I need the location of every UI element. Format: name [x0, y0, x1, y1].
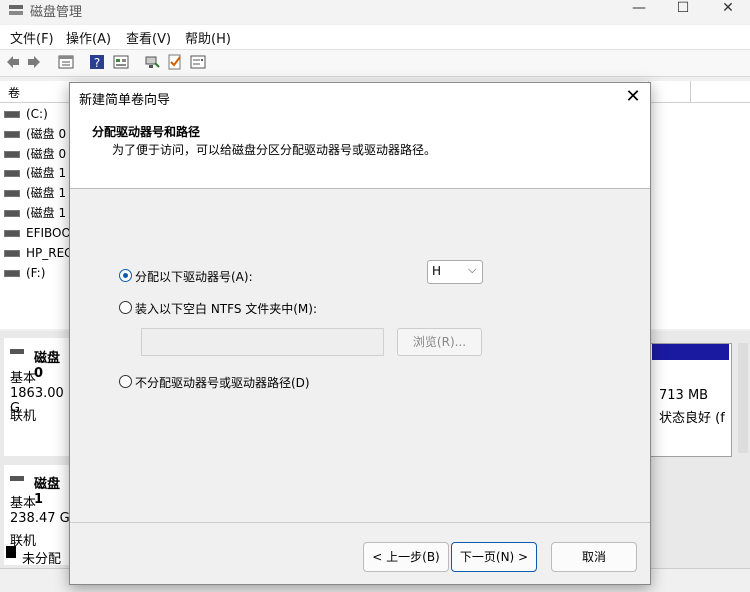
new-simple-volume-wizard: 新建简单卷向导 ✕ 分配驱动器号和路径 为了便于访问，可以给磁盘分区分配驱动器号… — [69, 82, 651, 585]
volume-label: (磁盘 1 — [26, 166, 67, 180]
check-icon[interactable] — [167, 54, 183, 70]
browse-button[interactable]: 浏览(R)... — [397, 328, 482, 356]
connect-icon[interactable] — [144, 54, 160, 70]
disk-0-info[interactable]: 磁盘 0 基本 1863.00 G 联机 — [4, 338, 70, 456]
chevron-down-icon: ⌵ — [468, 263, 477, 276]
back-icon[interactable] — [5, 54, 21, 70]
drive-icon — [4, 210, 20, 217]
partition-size: 713 MB — [659, 388, 709, 403]
drive-icon — [4, 230, 20, 237]
step-description: 为了便于访问，可以给磁盘分区分配驱动器号或驱动器路径。 — [112, 143, 437, 157]
volume-column-label[interactable]: 卷 — [8, 84, 20, 101]
no-letter-label[interactable]: 不分配驱动器号或驱动器路径(D) — [135, 374, 310, 391]
dialog-title-bar: 新建简单卷向导 ✕ — [70, 83, 650, 113]
menu-bar: 文件(F) 操作(A) 查看(V) 帮助(H) — [0, 25, 750, 50]
assign-letter-label[interactable]: 分配以下驱动器号(A): — [135, 268, 253, 285]
help-icon[interactable]: ? — [89, 54, 105, 70]
menu-action[interactable]: 操作(A) — [66, 28, 111, 47]
volume-label: (磁盘 1 — [26, 186, 67, 200]
settings-icon[interactable] — [190, 54, 206, 70]
disk-type: 基本 — [10, 371, 37, 386]
menu-view[interactable]: 查看(V) — [126, 28, 171, 47]
toolbar: ? — [0, 50, 750, 77]
list-item[interactable]: (磁盘 0 — [4, 124, 66, 144]
list-item[interactable]: (磁盘 1 — [4, 183, 66, 203]
disk-type: 基本 — [10, 496, 37, 511]
drive-letter-select[interactable]: H ⌵ — [427, 260, 483, 284]
volume-label: (磁盘 0 — [26, 127, 67, 141]
disk-size: 238.47 G — [10, 511, 70, 526]
volume-label: (磁盘 0 — [26, 147, 67, 161]
minimize-button[interactable]: — — [617, 0, 661, 18]
mount-folder-label[interactable]: 装入以下空白 NTFS 文件夹中(M): — [135, 300, 317, 317]
dialog-title: 新建简单卷向导 — [79, 93, 171, 108]
next-button[interactable]: 下一页(N) > — [451, 542, 537, 572]
unallocated-legend-swatch — [6, 546, 16, 558]
unallocated-legend-label: 未分配 — [22, 552, 62, 567]
close-button[interactable]: ✕ — [706, 0, 750, 18]
drive-icon — [4, 190, 20, 197]
step-title: 分配驱动器号和路径 — [92, 125, 201, 139]
window-title: 磁盘管理 — [30, 5, 83, 20]
drive-icon — [4, 170, 20, 177]
drive-letter-value: H — [432, 264, 442, 278]
partition-status: 状态良好 (f — [659, 411, 725, 426]
menu-file[interactable]: 文件(F) — [10, 28, 54, 47]
dialog-header: 分配驱动器号和路径 为了便于访问，可以给磁盘分区分配驱动器号或驱动器路径。 — [70, 113, 650, 189]
title-bar: 磁盘管理 — ☐ ✕ — [0, 0, 750, 24]
assign-letter-radio[interactable] — [119, 269, 132, 282]
list-item[interactable]: EFIBOO — [4, 223, 71, 243]
properties-icon[interactable] — [58, 54, 74, 70]
volume-label: (C:) — [26, 107, 48, 121]
drive-icon — [4, 250, 20, 257]
scrollbar[interactable] — [738, 343, 748, 453]
drive-icon — [4, 151, 20, 158]
list-icon[interactable] — [113, 54, 129, 70]
drive-icon — [4, 111, 20, 118]
disk-icon — [10, 476, 24, 481]
volume-label: HP_REC — [26, 246, 73, 260]
list-item[interactable]: (F:) — [4, 263, 45, 283]
maximize-button[interactable]: ☐ — [661, 0, 705, 18]
menu-help[interactable]: 帮助(H) — [185, 28, 231, 47]
back-button[interactable]: < 上一步(B) — [363, 542, 449, 572]
dialog-close-button[interactable]: ✕ — [622, 87, 644, 109]
volume-label: (磁盘 1 — [26, 206, 67, 220]
disk-name: 磁盘 0 — [34, 351, 61, 381]
drive-icon — [4, 131, 20, 138]
volume-label: (F:) — [26, 266, 46, 280]
no-letter-radio[interactable] — [119, 375, 132, 388]
disk-status: 联机 — [10, 409, 37, 424]
cancel-button[interactable]: 取消 — [551, 542, 637, 572]
folder-path-input[interactable] — [141, 328, 384, 356]
volume-label: EFIBOO — [26, 226, 71, 240]
list-item[interactable]: (磁盘 0 — [4, 144, 66, 164]
list-item[interactable]: HP_REC — [4, 243, 73, 263]
drive-icon — [4, 270, 20, 277]
mount-folder-radio[interactable] — [119, 301, 132, 314]
disk-icon — [10, 349, 24, 354]
svg-text:?: ? — [94, 56, 100, 70]
partition-color-bar — [652, 344, 729, 360]
disk-name: 磁盘 1 — [34, 477, 61, 507]
disk-management-icon — [9, 5, 23, 15]
forward-icon[interactable] — [26, 54, 42, 70]
list-item[interactable]: (磁盘 1 — [4, 203, 66, 223]
dialog-divider — [70, 522, 650, 523]
list-item[interactable]: (磁盘 1 — [4, 163, 66, 183]
list-item[interactable]: (C:) — [4, 104, 48, 124]
